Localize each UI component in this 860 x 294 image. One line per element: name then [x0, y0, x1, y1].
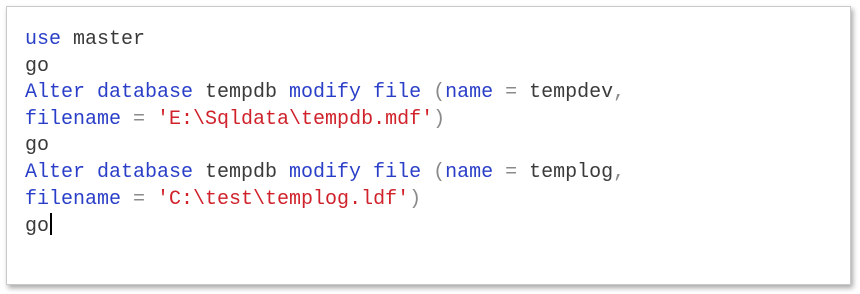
keyword-token: name	[445, 81, 494, 105]
keyword-token: name	[445, 160, 494, 184]
text-token: tempdb	[193, 160, 290, 184]
keyword-token: modify file	[289, 160, 422, 184]
operator-token: ,	[613, 160, 626, 184]
operator-token: ,	[613, 81, 626, 105]
sql-code-editor[interactable]: use master go Alter database tempdb modify…	[25, 27, 625, 240]
operator-token: )	[433, 107, 446, 131]
string-token: 'E:\Sqldata\tempdb.mdf'	[157, 107, 434, 131]
keyword-token: modify file	[289, 81, 422, 105]
string-token: 'C:\test\templog.ldf'	[157, 187, 410, 211]
text-token: go	[25, 215, 50, 239]
code-line[interactable]: go	[25, 133, 625, 160]
operator-token: )	[409, 187, 422, 211]
operator-token: =	[493, 160, 530, 184]
code-line[interactable]: Alter database tempdb modify file (name …	[25, 80, 625, 107]
code-line[interactable]: filename = 'E:\Sqldata\tempdb.mdf')	[25, 107, 625, 134]
code-line[interactable]: use master	[25, 27, 625, 54]
keyword-token: filename	[25, 107, 122, 131]
keyword-token: filename	[25, 187, 122, 211]
text-token: go	[25, 54, 50, 78]
text-token: tempdb	[193, 81, 290, 105]
text-token: tempdev	[529, 81, 614, 105]
operator-token: (	[421, 160, 446, 184]
keyword-token: Alter database	[25, 160, 194, 184]
keyword-token: Alter database	[25, 81, 194, 105]
code-line[interactable]: filename = 'C:\test\templog.ldf')	[25, 187, 625, 214]
code-line[interactable]: Alter database tempdb modify file (name …	[25, 160, 625, 187]
code-line[interactable]: go	[25, 213, 625, 240]
operator-token: (	[421, 81, 446, 105]
code-editor-window: use master go Alter database tempdb modify…	[6, 6, 851, 285]
text-token: master	[61, 28, 146, 51]
text-token: go	[25, 134, 50, 158]
keyword-token: use	[25, 28, 62, 51]
text-cursor	[50, 213, 53, 236]
operator-token: =	[121, 107, 158, 131]
code-line[interactable]: go	[25, 54, 625, 81]
operator-token: =	[493, 81, 530, 105]
operator-token: =	[121, 187, 158, 211]
text-token: templog	[529, 160, 614, 184]
